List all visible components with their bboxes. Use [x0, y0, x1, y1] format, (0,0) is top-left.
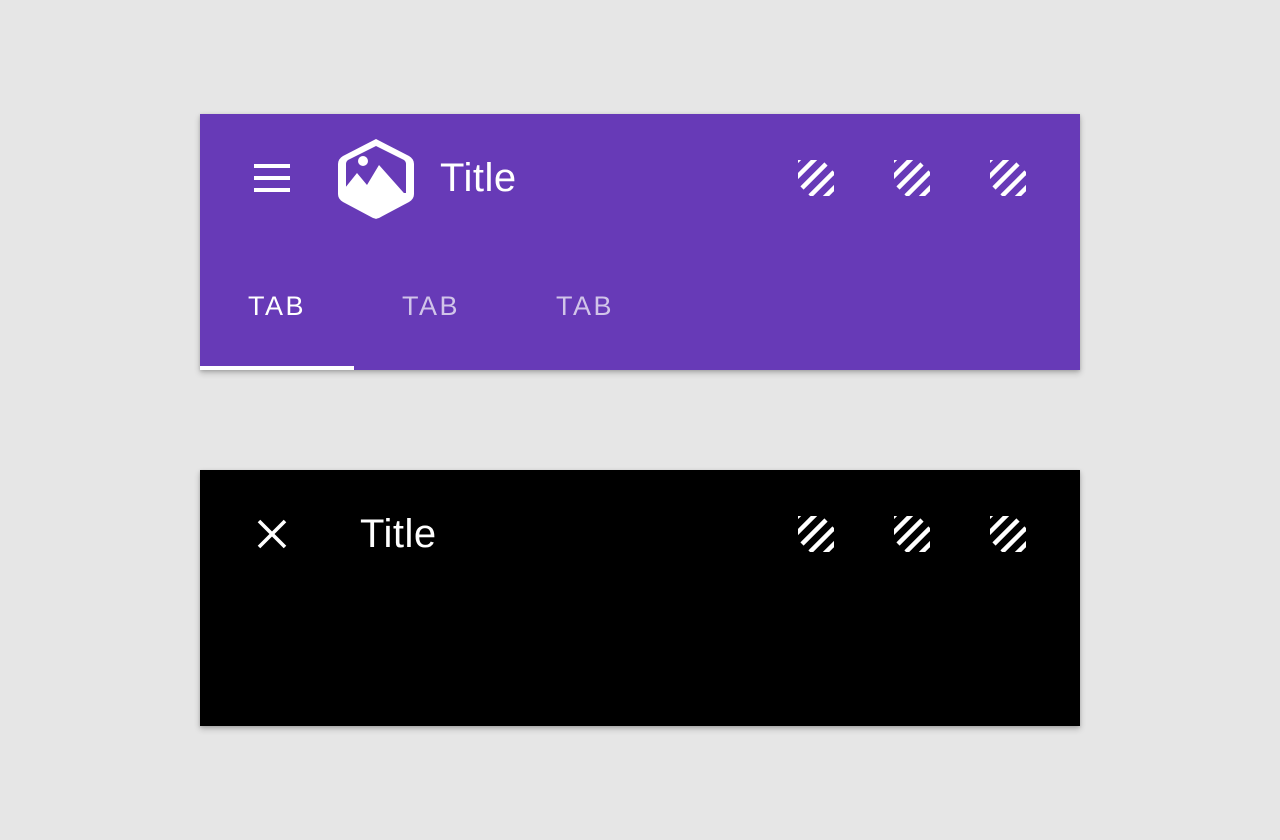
tab-label: TAB	[555, 290, 614, 321]
contextual-action-button-1[interactable]	[792, 510, 840, 558]
contextual-app-bar: Title	[200, 470, 1080, 726]
action-button-2[interactable]	[888, 154, 936, 202]
contextual-action-button-3[interactable]	[984, 510, 1032, 558]
contextual-app-bar-top-row: Title	[200, 470, 1080, 598]
action-button-3[interactable]	[984, 154, 1032, 202]
primary-app-bar: Title TAB TAB TAB	[200, 114, 1080, 370]
primary-app-bar-top-row: Title	[200, 114, 1080, 242]
placeholder-action-icon	[894, 160, 930, 196]
action-button-1[interactable]	[792, 154, 840, 202]
close-icon	[257, 519, 287, 549]
tab-2[interactable]: TAB	[354, 242, 508, 370]
menu-button[interactable]	[248, 154, 296, 202]
placeholder-action-icon	[798, 516, 834, 552]
tab-label: TAB	[247, 290, 306, 321]
tab-3[interactable]: TAB	[508, 242, 662, 370]
tab-active-indicator	[200, 366, 354, 370]
page-title: Title	[440, 156, 517, 200]
tab-1[interactable]: TAB	[200, 242, 354, 370]
tab-bar: TAB TAB TAB	[200, 242, 1080, 370]
placeholder-action-icon	[990, 516, 1026, 552]
placeholder-action-icon	[798, 160, 834, 196]
contextual-title: Title	[360, 512, 437, 556]
placeholder-action-icon	[894, 516, 930, 552]
tab-label: TAB	[401, 290, 460, 321]
placeholder-action-icon	[990, 160, 1026, 196]
app-logo	[337, 137, 415, 219]
close-button[interactable]	[248, 510, 296, 558]
menu-icon	[254, 164, 290, 192]
contextual-action-button-2[interactable]	[888, 510, 936, 558]
hexagon-image-logo-icon	[338, 139, 414, 219]
